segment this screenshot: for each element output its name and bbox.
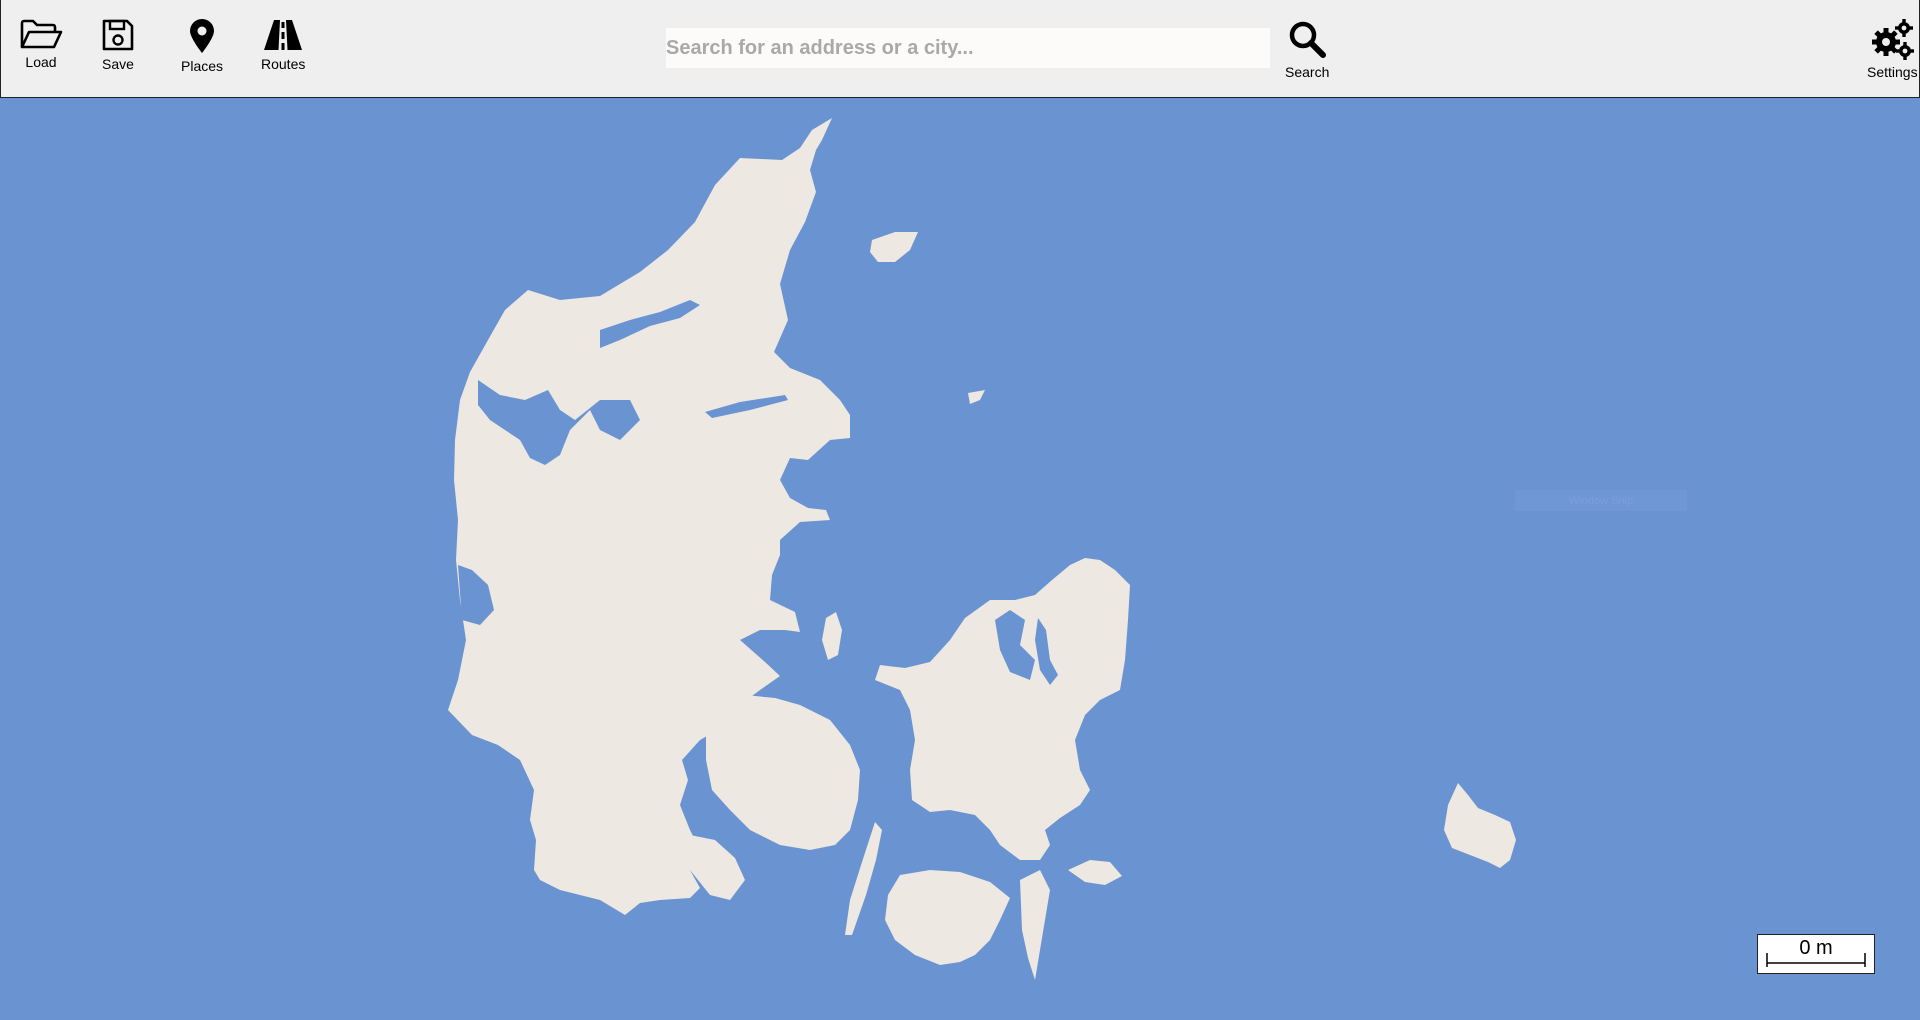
routes-button[interactable]: Routes xyxy=(261,18,305,72)
load-label: Load xyxy=(25,54,57,70)
scale-bar: 0 m xyxy=(1757,934,1875,974)
save-button[interactable]: Save xyxy=(101,18,135,72)
folder-open-icon xyxy=(20,19,63,49)
road-icon xyxy=(264,20,303,50)
routes-label: Routes xyxy=(261,56,306,72)
toolbar: Load Save Places Routes Search for an ad… xyxy=(0,0,1920,98)
scale-ruler xyxy=(1766,953,1866,967)
map-canvas[interactable]: Window Snip xyxy=(0,98,1920,1015)
save-label: Save xyxy=(102,56,134,72)
floppy-disk-icon xyxy=(102,19,134,51)
map-svg xyxy=(0,98,1920,1015)
settings-button[interactable]: Settings xyxy=(1867,18,1918,80)
settings-label: Settings xyxy=(1867,64,1918,80)
load-button[interactable]: Load xyxy=(19,18,63,70)
search-label: Search xyxy=(1285,64,1330,80)
map-pin-icon xyxy=(190,19,215,53)
window-snip-overlay: Window Snip xyxy=(1515,490,1687,511)
gears-icon xyxy=(1872,19,1915,60)
search-input[interactable] xyxy=(666,28,1270,68)
places-label: Places xyxy=(181,58,224,74)
places-button[interactable]: Places xyxy=(181,18,223,74)
search-icon xyxy=(1289,21,1327,58)
search-button[interactable]: Search xyxy=(1285,20,1329,80)
